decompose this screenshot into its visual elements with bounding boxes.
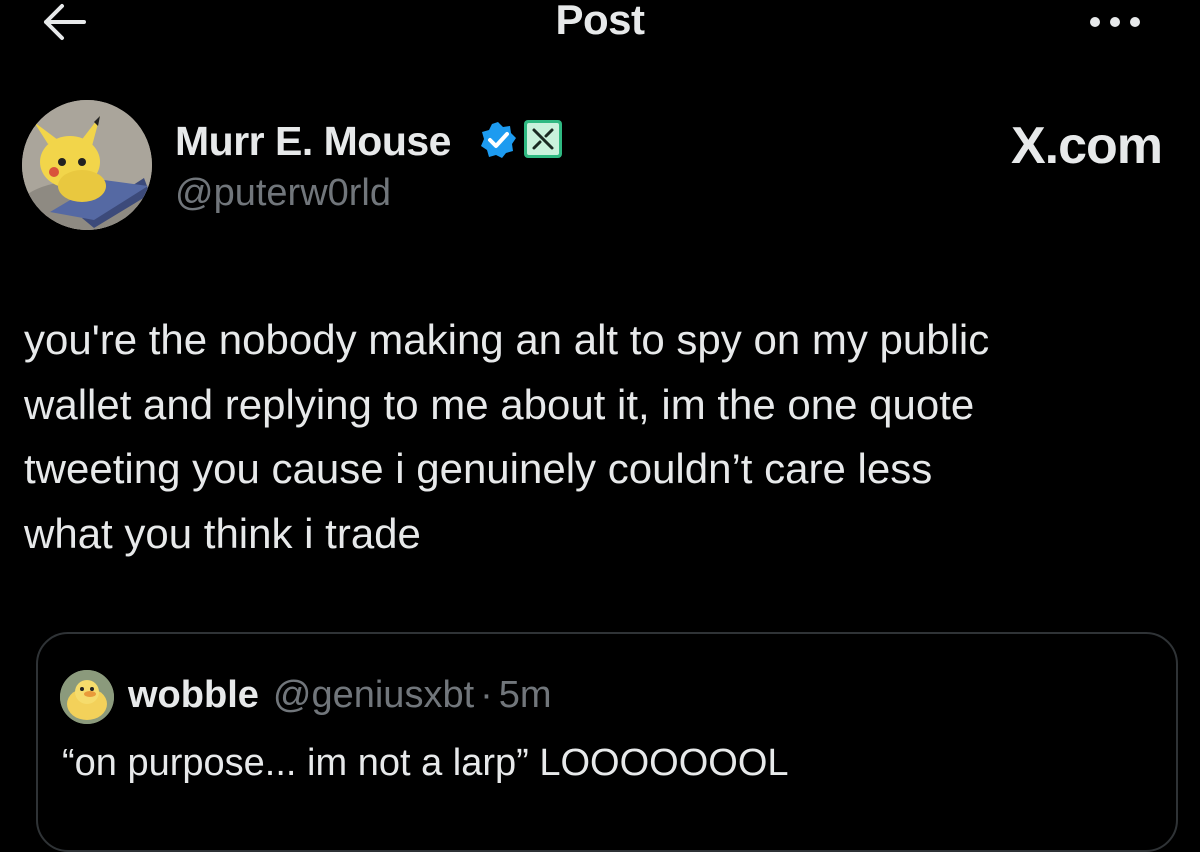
avatar-image <box>22 100 152 230</box>
quote-author-handle[interactable]: @geniusxbt <box>273 674 474 717</box>
author-handle[interactable]: @puterw0rld <box>175 172 391 215</box>
author-avatar[interactable] <box>22 100 152 230</box>
author-name[interactable]: Murr E. Mouse <box>175 118 451 165</box>
verified-badge-icon <box>481 122 516 158</box>
quote-author-name[interactable]: wobble <box>128 674 259 717</box>
page-title: Post <box>555 0 645 43</box>
quote-header: wobble @geniusxbt · 5m <box>128 674 552 717</box>
post-text: you're the nobody making an alt to spy o… <box>24 316 990 557</box>
arrow-left-icon <box>44 4 86 40</box>
watermark: X.com <box>1010 117 1163 175</box>
affiliate-badge-icon <box>524 120 562 158</box>
quote-avatar-image <box>60 670 114 724</box>
quote-author-avatar[interactable] <box>60 670 114 724</box>
quote-separator: · <box>480 674 493 716</box>
back-button[interactable] <box>34 0 94 44</box>
top-bar: Post <box>0 0 1200 60</box>
quote-text: “on purpose... im not a larp” LOOOOOOOL <box>62 742 789 784</box>
more-options-button[interactable] <box>1080 2 1150 42</box>
quote-timestamp[interactable]: 5m <box>499 674 552 717</box>
more-horizontal-icon <box>1090 17 1140 27</box>
